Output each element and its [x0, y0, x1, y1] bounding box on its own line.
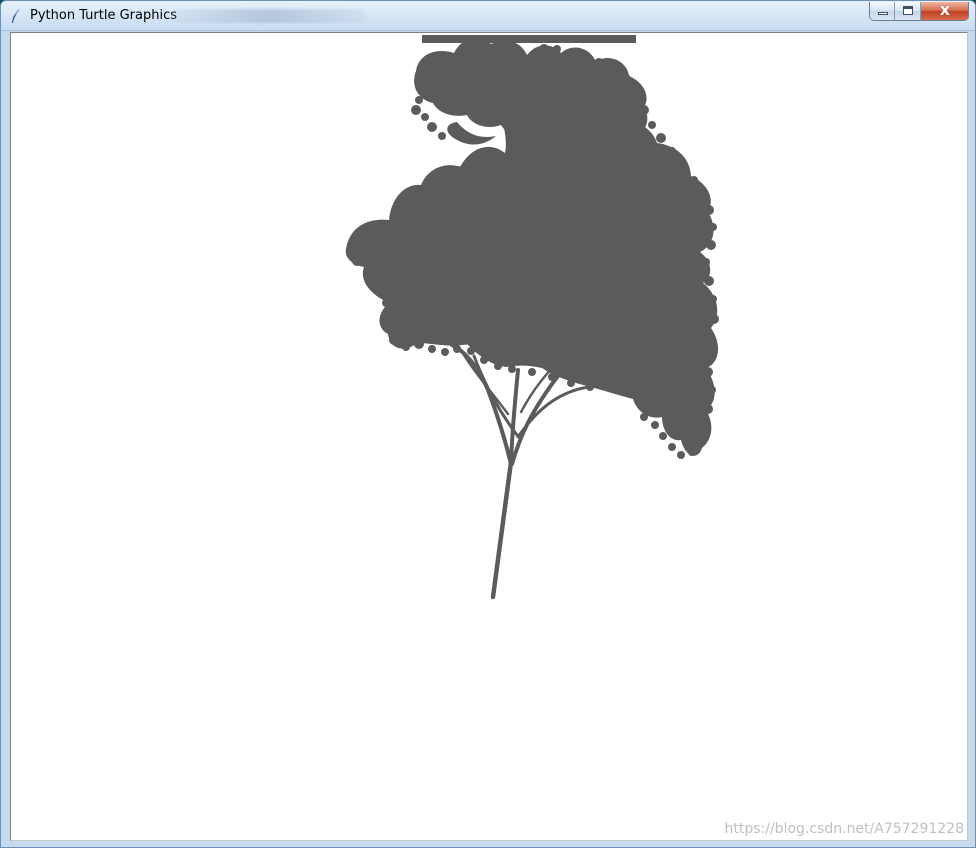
window-controls: x — [869, 2, 969, 21]
canopy-edge-dot-58 — [426, 184, 434, 192]
canopy-edge-dot-3 — [438, 132, 446, 140]
canopy-edge-dot-48 — [651, 421, 659, 429]
canopy-edge-dot-61 — [466, 157, 474, 165]
canopy-edge-dot-14 — [530, 50, 538, 58]
canopy-edge-dot-35 — [709, 295, 717, 303]
canopy-edge-dot-20 — [609, 65, 617, 73]
canopy-edge-dot-72 — [467, 347, 475, 355]
canopy-edge-dot-76 — [528, 368, 536, 376]
canopy-edge-dot-9 — [469, 56, 477, 64]
turtle-canvas[interactable] — [12, 35, 966, 838]
canopy-edge-dot-25 — [656, 133, 666, 143]
canopy-edge-dot-62 — [478, 150, 488, 160]
canopy-edge-dot-18 — [581, 54, 589, 62]
canopy-edge-dot-66 — [389, 335, 399, 345]
canopy-edge-dot-17 — [566, 49, 576, 59]
canopy-edge-dot-57 — [412, 191, 422, 201]
title-bar[interactable]: Python Turtle Graphics x — [1, 1, 975, 31]
canopy-edge-dot-33 — [702, 258, 710, 266]
canopy-edge-dot-65 — [382, 299, 390, 307]
canopy-edge-dot-10 — [481, 52, 491, 62]
canopy-edge-dot-70 — [441, 348, 449, 356]
canopy-edge-dot-22 — [632, 89, 640, 97]
canopy-edge-dot-45 — [677, 451, 685, 459]
close-button[interactable]: x — [920, 2, 968, 20]
canopy-edge-dot-50 — [364, 268, 372, 276]
canopy-edge-dot-36 — [709, 314, 719, 324]
canopy-edge-dot-73 — [480, 356, 488, 364]
canopy-edge-dot-23 — [639, 105, 649, 115]
canopy-edge-dot-54 — [380, 220, 388, 228]
tree-trunk — [490, 459, 514, 600]
canopy-edge-dot-78 — [567, 379, 575, 387]
watermark: https://blog.csdn.net/A757291228 — [724, 821, 965, 837]
fractal-tree-drawing — [345, 35, 719, 600]
canopy-edge-dot-49 — [640, 413, 648, 421]
minimize-icon — [878, 12, 888, 15]
canopy-edge-dot-60 — [453, 166, 463, 176]
feather-icon — [12, 9, 20, 23]
canopy-edge-dot-37 — [705, 333, 713, 341]
canopy-edge-dot-51 — [352, 256, 362, 266]
turtle-canvas-frame — [10, 32, 968, 841]
canopy-edge-dot-4 — [415, 96, 423, 104]
canopy-edge-dot-27 — [678, 160, 688, 170]
canopy-edge-dot-40 — [708, 386, 716, 394]
canopy-edge-dot-52 — [359, 243, 367, 251]
canopy-edge-dot-15 — [539, 44, 549, 54]
canopy-edge-dot-59 — [440, 173, 448, 181]
maximize-button[interactable] — [895, 2, 921, 20]
canopy-edge-dot-16 — [553, 45, 561, 53]
maximize-icon — [903, 6, 914, 15]
canopy-edge-dot-31 — [709, 223, 717, 231]
canopy-edge-dot-13 — [518, 53, 526, 61]
canopy-edge-dot-29 — [698, 191, 706, 199]
canopy-edge-dot-1 — [421, 113, 429, 121]
canopy-edge-dot-5 — [425, 87, 433, 95]
canopy-edge-dot-77 — [548, 373, 556, 381]
canopy-edge-dot-30 — [704, 205, 714, 215]
canopy-edge-dot-19 — [594, 58, 604, 68]
python-turtle-window: Python Turtle Graphics x https://blog.cs… — [0, 0, 976, 848]
window-title: Python Turtle Graphics — [30, 8, 177, 23]
canopy-edge-dot-47 — [659, 432, 667, 440]
canopy-edge-dot-44 — [688, 448, 696, 456]
canopy-edge-dot-71 — [453, 345, 461, 353]
canopy-edge-dot-41 — [703, 404, 713, 414]
canopy-edge-dot-46 — [668, 443, 676, 451]
canopy-edge-dot-24 — [648, 121, 656, 129]
canopy-edge-dot-8 — [456, 60, 466, 70]
canopy-edge-dot-67 — [402, 343, 410, 351]
canopy-edge-dot-6 — [435, 78, 445, 88]
canopy-edge-dot-0 — [411, 105, 421, 115]
canopy-edge-dot-26 — [668, 147, 676, 155]
canopy-edge-dot-7 — [446, 71, 454, 79]
canopy-edge-dot-21 — [621, 74, 631, 84]
canopy-edge-dot-69 — [428, 345, 436, 353]
minimize-button[interactable] — [870, 2, 896, 20]
canopy-edge-dot-55 — [390, 211, 400, 221]
canopy-edge-dot-28 — [690, 176, 698, 184]
canopy-edge-dot-2 — [427, 122, 437, 132]
canopy-edge-dot-42 — [702, 423, 710, 431]
canopy-edge-dot-79 — [586, 383, 594, 391]
canopy-edge-dot-38 — [708, 352, 716, 360]
close-icon: x — [939, 2, 951, 19]
tree-shape — [345, 35, 719, 600]
canopy-edge-dot-12 — [504, 48, 514, 58]
canopy-edge-dot-32 — [706, 240, 716, 250]
canopy-top-clip — [422, 35, 636, 43]
canopy-edge-dot-11 — [494, 52, 502, 60]
canopy-edge-dot-34 — [704, 276, 714, 286]
canopy-edge-dot-53 — [368, 228, 378, 238]
canopy-edge-dot-74 — [494, 362, 502, 370]
canopy-edge-dot-56 — [401, 201, 409, 209]
canopy-edge-dot-75 — [508, 365, 516, 373]
canopy-edge-dot-39 — [703, 367, 713, 377]
blurred-title-extension — [171, 9, 366, 23]
